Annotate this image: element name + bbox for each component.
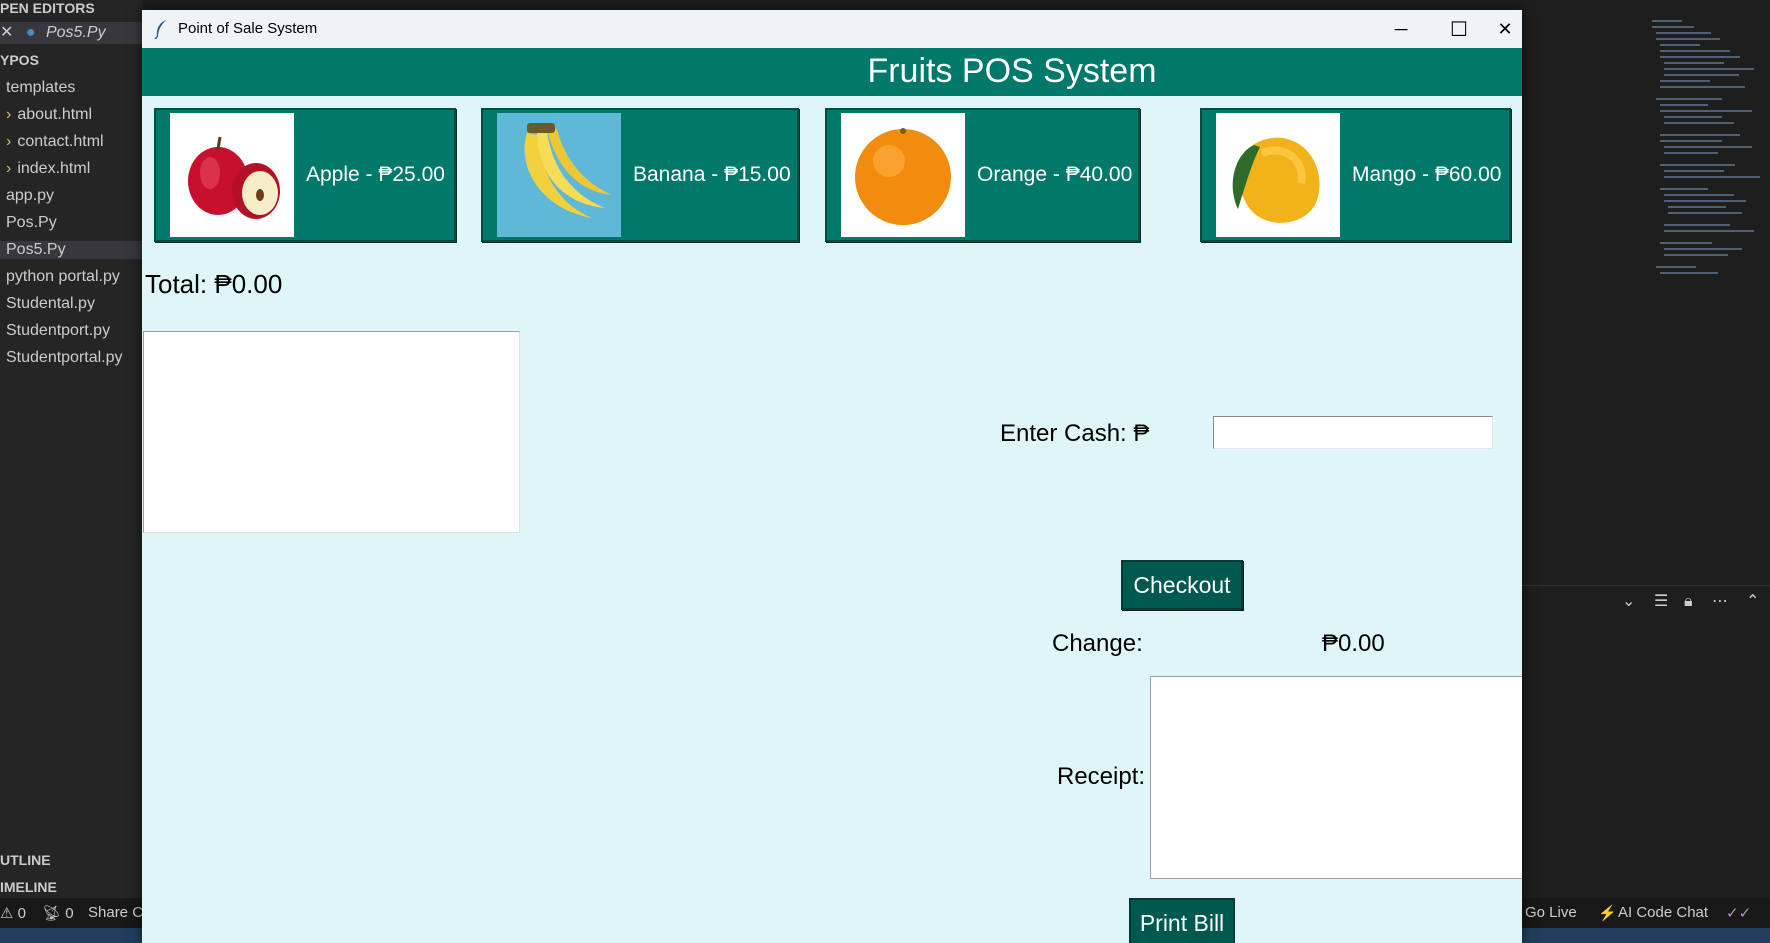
file-label: Pos.Py [6,214,57,231]
check-all-icon[interactable]: ✓✓ [1726,904,1751,922]
file-label: Studental.py [6,295,95,312]
file-label: contact.html [17,133,104,150]
python-icon: ● [25,24,36,41]
file-label: Studentport.py [6,322,111,339]
cash-input[interactable] [1213,416,1493,449]
more-actions-icon[interactable]: ⋯ [1712,591,1728,610]
go-live-button[interactable]: Go Live [1525,904,1577,921]
mango-icon [1216,113,1340,237]
cart-listbox[interactable] [143,331,520,533]
banana-icon [497,113,621,237]
product-button-banana[interactable]: Banana - ₱15.00 [481,108,799,242]
window-titlebar[interactable]: Point of Sale System ─ ☐ ✕ [142,10,1522,48]
vscode-explorer-sidebar: PEN EDITORS ✕ ● Pos5.Py YPOS UTLINE IMEL… [0,0,142,943]
pos-window: Point of Sale System ─ ☐ ✕ Fruits POS Sy… [142,10,1522,943]
clear-output-icon[interactable]: ☰ [1654,591,1668,610]
timeline-header[interactable]: IMELINE [0,879,57,895]
chevron-down-icon[interactable]: ⌄ [1622,591,1635,610]
product-label: Apple - ₱25.00 [306,163,445,186]
receipt-label: Receipt: [1057,763,1146,790]
receipt-textbox[interactable] [1150,676,1522,879]
print-bill-button[interactable]: Print Bill [1129,898,1235,943]
close-icon[interactable]: ✕ [0,24,13,41]
checkout-button[interactable]: Checkout [1121,560,1243,610]
explorer-file-item[interactable]: Pos.Py [6,214,57,232]
product-button-orange[interactable]: Orange - ₱40.00 [825,108,1140,242]
warnings-indicator[interactable]: ⚠ 0 [0,904,26,922]
explorer-file-item[interactable]: app.py [6,187,54,205]
lightning-icon: ⚡ [1598,905,1617,922]
minimap [1522,0,1770,943]
explorer-file-item[interactable]: templates [6,79,75,97]
product-label: Mango - ₱60.00 [1352,163,1502,186]
maximize-button[interactable]: ☐ [1430,10,1488,48]
open-editors-header[interactable]: PEN EDITORS [0,0,95,16]
window-title: Point of Sale System [178,20,318,37]
apple-icon [170,113,294,237]
project-header[interactable]: YPOS [0,52,39,68]
product-button-mango[interactable]: Mango - ₱60.00 [1200,108,1511,242]
cash-label: Enter Cash: ₱ [1000,420,1150,447]
file-label: about.html [17,106,93,123]
explorer-file-item[interactable]: › contact.html [6,133,104,151]
explorer-file-item[interactable]: › index.html [6,160,90,178]
total-label: Total: ₱0.00 [145,269,283,299]
explorer-file-item[interactable]: Studentportal.py [6,349,123,367]
product-label: Banana - ₱15.00 [633,163,791,186]
change-value: ₱0.00 [1322,630,1385,657]
explorer-file-item[interactable]: python portal.py [6,268,120,286]
chevron-right-icon: › [6,106,12,123]
open-editor-item[interactable]: ✕ ● Pos5.Py [0,22,142,44]
change-label: Change: [1052,630,1143,657]
minimap-lines [1652,20,1760,274]
explorer-file-item[interactable]: › about.html [6,106,92,124]
explorer-file-item[interactable]: Pos5.Py [0,241,142,259]
file-label: Studentportal.py [6,349,123,366]
ai-code-chat-button[interactable]: AI Code Chat [1618,904,1708,921]
file-label: python portal.py [6,268,120,285]
lock-icon[interactable]: 🔒︎ [1684,591,1693,611]
file-label: templates [6,79,76,96]
app-header-title: Fruits POS System [867,52,1157,90]
file-label: app.py [6,187,55,204]
close-button[interactable]: ✕ [1488,10,1522,48]
chevron-right-icon: › [6,160,12,177]
file-label: index.html [17,160,91,177]
chevron-right-icon: › [6,133,12,150]
chevron-up-icon[interactable]: ⌃ [1746,591,1759,610]
product-button-apple[interactable]: Apple - ₱25.00 [154,108,456,242]
tk-feather-icon [154,20,166,39]
minimize-button[interactable]: ─ [1372,10,1430,48]
panel-toolbar: ⌄ ☰ 🔒︎ ⋯ ⌃ [1522,585,1770,616]
ports-indicator[interactable]: 📡︎ 0 [42,904,74,922]
file-label: Pos5.Py [6,241,66,258]
explorer-file-item[interactable]: Studentport.py [6,322,110,340]
explorer-file-item[interactable]: Studental.py [6,295,95,313]
share-indicator[interactable]: Share C [88,904,143,921]
orange-icon [841,113,965,237]
outline-header[interactable]: UTLINE [0,852,51,868]
product-label: Orange - ₱40.00 [977,163,1133,186]
